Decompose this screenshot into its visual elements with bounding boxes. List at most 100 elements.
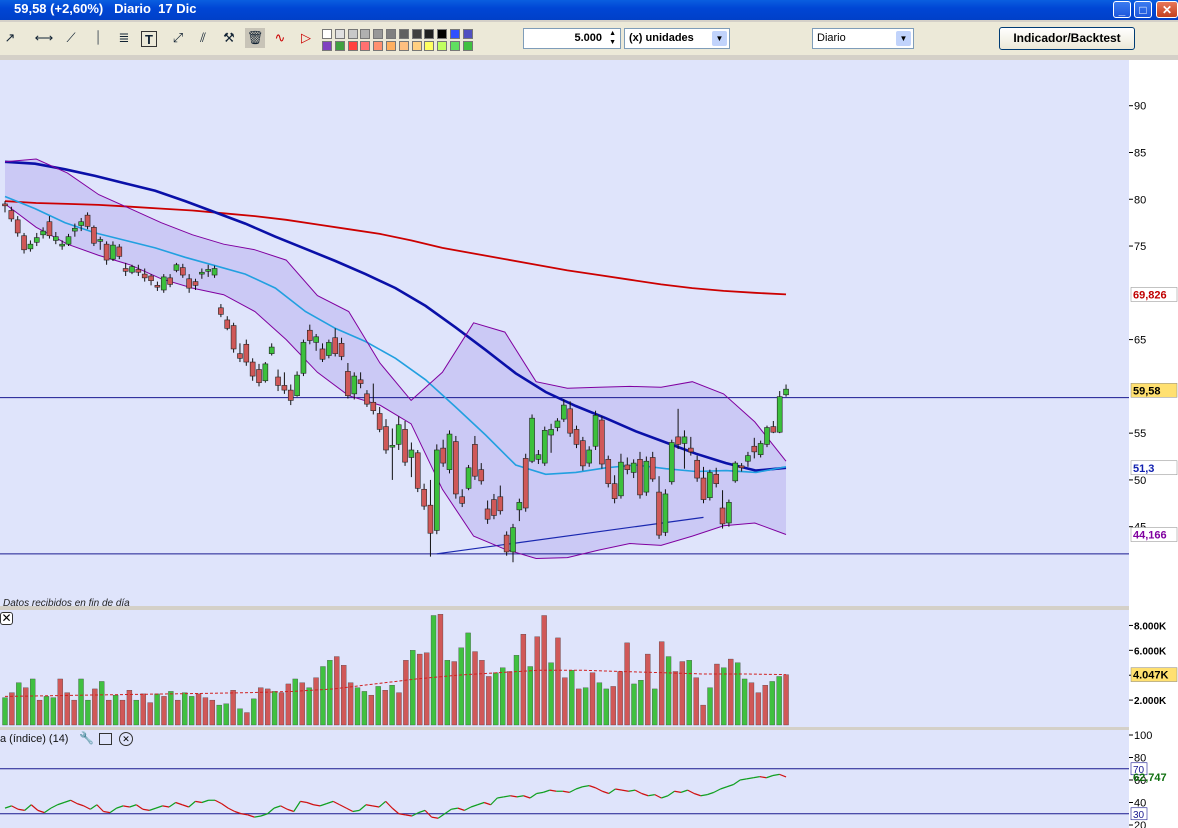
volume-bar [693,677,699,726]
horizontal-line-icon[interactable]: ⟷ [34,28,54,48]
axis-tick-label: 8.000K [1134,621,1167,632]
volume-bar [451,661,457,726]
volume-bar [776,676,782,726]
volume-bar [735,662,741,726]
candle [662,493,669,533]
candle [497,496,504,512]
volume-bar [707,687,713,726]
color-swatch[interactable] [437,41,448,51]
color-swatch[interactable] [411,41,422,51]
window-icon[interactable] [99,733,112,745]
candle [580,440,586,467]
candle [535,454,542,460]
volume-bar [728,658,734,726]
color-swatch[interactable] [424,41,435,51]
candle [14,219,21,234]
candle [389,445,396,448]
color-swatch[interactable] [386,41,396,51]
candle [218,307,224,315]
volume-bar [589,672,596,726]
color-swatch[interactable] [373,41,384,51]
color-swatch[interactable] [373,29,384,39]
color-swatch[interactable] [437,29,448,39]
color-swatch[interactable] [360,41,371,51]
close-indicator-icon[interactable]: ✕ [119,732,133,746]
color-swatch[interactable] [347,29,358,39]
volume-bar [133,699,139,726]
color-swatch[interactable] [424,29,435,39]
chevron-down-icon[interactable]: ▼ [896,31,911,46]
trendline-icon[interactable]: ⟋ [61,28,81,48]
volume-bar [555,637,561,726]
volume-last-label: 4.047K [1133,670,1169,682]
candle [668,442,675,483]
volume-bar [361,691,368,726]
candle [65,236,72,245]
volume-bar [168,691,174,726]
candle [192,281,199,286]
color-swatch[interactable] [462,29,473,39]
candle [395,424,402,445]
close-panel-icon[interactable]: ✕ [0,612,13,625]
volume-bar [119,699,126,726]
color-swatch[interactable] [322,29,332,39]
color-swatch[interactable] [450,29,460,39]
candle [440,447,446,464]
fibonacci-icon[interactable]: ≣ [114,28,134,48]
minimize-button[interactable]: _ [1113,1,1131,18]
title-bar: 59,58 (+2,60%) Diario 17 Dic _ □ ✕ [0,0,1178,20]
color-swatch[interactable] [322,41,332,51]
zigzag-icon[interactable]: ∿ [270,28,290,48]
axis-tick-label: 20 [1134,820,1146,828]
candle [281,385,288,391]
color-swatch[interactable] [398,41,409,51]
axis-tick-label: 75 [1134,241,1146,253]
close-button[interactable]: ✕ [1156,1,1178,18]
candle [332,337,339,354]
unit-select[interactable]: (x) unidades ▼ [624,28,730,49]
volume-bar [686,660,692,726]
color-swatch[interactable] [360,29,371,39]
color-swatch[interactable] [398,29,409,39]
wrench-icon[interactable]: 🔧 [79,731,94,745]
maximize-button[interactable]: □ [1134,1,1152,18]
volume-bar [486,676,492,726]
pointer-icon[interactable]: ↗ [0,28,20,48]
period-select[interactable]: Diario ▼ [812,28,914,49]
color-swatch[interactable] [462,41,473,51]
parallel-lines-icon[interactable]: ⫽ [193,28,213,48]
spinner-icon[interactable]: ▲ ▼ [609,29,616,47]
chevron-down-icon[interactable]: ▼ [712,31,727,46]
volume-bar [569,670,575,726]
color-swatch[interactable] [334,29,345,39]
quantity-input[interactable]: 5.000 ▲ ▼ [523,28,621,49]
text-tool-icon[interactable]: T [141,31,157,47]
volume-bar [389,685,395,726]
volume-bar [154,693,160,726]
triangle-icon[interactable]: ▷ [296,28,316,48]
volume-bar [2,697,8,726]
hammer-icon[interactable]: ⚒ [219,28,239,48]
trash-icon[interactable]: 🗑 [245,28,265,48]
color-swatch[interactable] [411,29,422,39]
volume-bar [479,660,485,726]
color-swatch[interactable] [450,41,460,51]
oscillator-last-label: 62,747 [1133,772,1167,784]
candle [319,348,326,360]
volume-bar [721,667,727,726]
volume-bar [741,678,748,726]
candle [148,275,154,281]
color-swatch[interactable] [386,29,396,39]
axis-tick-label: 2.000K [1134,696,1167,707]
channel-icon[interactable]: ⤢ [168,28,188,48]
volume-bar [43,696,50,726]
candle [103,243,110,261]
candle [262,363,269,382]
color-swatch[interactable] [334,41,345,51]
vertical-line-icon[interactable]: ⏐ [88,28,108,48]
candle [180,267,186,276]
color-swatch[interactable] [347,41,358,51]
candle [453,441,459,495]
volume-bar [375,686,381,726]
indicator-backtest-button[interactable]: Indicador/Backtest [999,27,1135,50]
